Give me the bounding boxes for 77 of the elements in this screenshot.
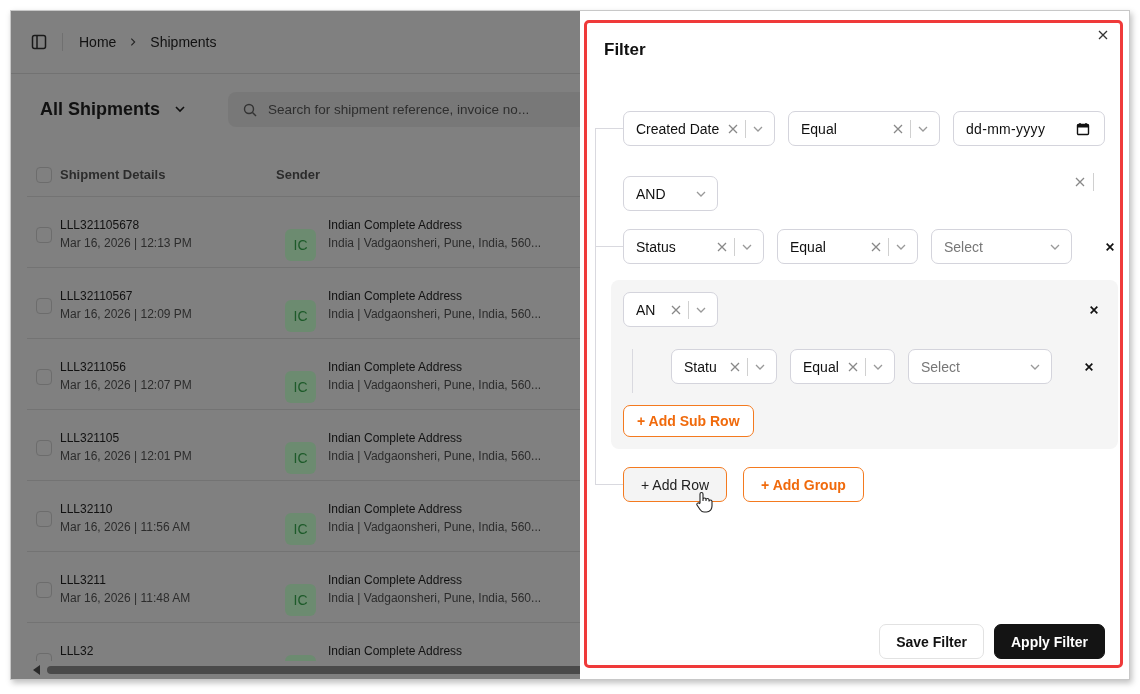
sender-name: Indian Complete Address: [328, 359, 464, 376]
sender-address: India | Vadgaonsheri, Pune, India, 560...: [328, 377, 542, 394]
sidebar-toggle-icon[interactable]: [31, 34, 47, 50]
sender-address: India | Vadgaonsheri, Pune, India, 560...: [328, 519, 542, 536]
sender-name: Indian Complete Address: [328, 643, 463, 660]
shipment-date: Mar 16, 2026 | 11:48 AM: [60, 590, 192, 607]
select-field[interactable]: Created Date: [623, 111, 775, 146]
close-button[interactable]: [1096, 28, 1110, 42]
select-field[interactable]: Select: [908, 349, 1052, 384]
select-field[interactable]: Equal: [788, 111, 940, 146]
shipment-reference[interactable]: LLL3211: [60, 571, 285, 589]
close-icon: [1097, 29, 1109, 41]
calendar-icon[interactable]: [1076, 121, 1090, 136]
close-icon: [1084, 361, 1094, 372]
close-icon: [1089, 304, 1099, 315]
sender-name: Indian Complete Address: [328, 430, 464, 447]
avatar: IC: [285, 300, 316, 332]
save-button[interactable]: Save Filter: [879, 624, 984, 659]
clear-icon[interactable]: [716, 240, 728, 253]
select-field[interactable]: Statu: [671, 349, 777, 384]
avatar: IC: [285, 513, 316, 545]
sender-address: India | Vadgaonsheri, Pune, India, 560...: [328, 590, 542, 607]
column-header: Sender: [276, 167, 321, 182]
clear-icon[interactable]: [1074, 175, 1086, 188]
sender-name: Indian Complete Address: [328, 217, 464, 234]
select-field[interactable]: Equal: [790, 349, 895, 384]
select-field[interactable]: Select: [931, 229, 1072, 264]
search-field[interactable]: Search for shipment reference, invoice no...: [228, 91, 580, 127]
clear-icon[interactable]: [729, 360, 741, 373]
avatar: IC: [285, 371, 316, 403]
avatar: IC: [285, 584, 316, 616]
date-field[interactable]: dd-mm-yyyy: [953, 111, 1105, 146]
clear-icon[interactable]: [727, 122, 739, 135]
breadcrumb-link[interactable]: Shipments: [150, 34, 217, 50]
clear-icon[interactable]: [870, 240, 882, 253]
shipment-reference[interactable]: LLL32: [60, 642, 285, 660]
sender-name: Indian Complete Address: [328, 572, 464, 589]
view-title: All Shipments: [40, 98, 160, 120]
column-header: Shipment Details: [60, 167, 167, 182]
clear-icon[interactable]: [892, 122, 904, 135]
shipment-reference[interactable]: LLL321105678: [60, 216, 285, 234]
select-field[interactable]: AND: [623, 176, 718, 211]
add-button[interactable]: + Add Row: [623, 467, 728, 502]
shipment-reference[interactable]: LLL3211056: [60, 358, 285, 376]
shipment-date: Mar 16, 2026 | 12:09 PM: [60, 306, 193, 323]
shipment-reference[interactable]: LLL32110567: [60, 287, 285, 305]
add-button[interactable]: + Add Sub Row: [623, 405, 754, 437]
clear-icon[interactable]: [847, 360, 859, 373]
select-field[interactable]: Status: [623, 229, 764, 264]
shipment-reference[interactable]: LLL32110: [60, 500, 285, 518]
shipment-date: Mar 16, 2026 | 12:07 PM: [60, 377, 193, 394]
sender-address: India | Vadgaonsheri, Pune, India, 560...: [328, 235, 542, 252]
apply-button[interactable]: Apply Filter: [994, 624, 1105, 659]
select-field[interactable]: AN: [623, 292, 718, 327]
scrollbar-thumb[interactable]: [47, 666, 580, 674]
hand-cursor-icon: [695, 491, 713, 513]
shipment-date: Mar 16, 2026 | 11:56 AM: [60, 519, 192, 536]
shipment-date: Mar 16, 2026 | 12:13 PM: [60, 235, 193, 252]
clear-icon[interactable]: [670, 303, 682, 316]
scroll-left-icon[interactable]: [33, 665, 41, 675]
close-icon: [1105, 241, 1115, 252]
breadcrumb-link[interactable]: Home: [79, 34, 117, 50]
chevron-down-icon: [174, 103, 186, 115]
add-button[interactable]: + Add Group: [743, 467, 864, 502]
avatar: IC: [285, 442, 316, 474]
sender-name: Indian Complete Address: [328, 501, 464, 518]
search-icon: [243, 102, 257, 117]
view-selector[interactable]: All Shipments: [40, 98, 228, 120]
panel-title: Filter: [604, 40, 646, 60]
shipment-reference[interactable]: LLL321105: [60, 429, 285, 447]
sender-address: India | Vadgaonsheri, Pune, India, 560...: [328, 448, 542, 465]
avatar: IC: [285, 229, 316, 261]
sender-name: Indian Complete Address: [328, 288, 464, 305]
clear-indicator[interactable]: [1074, 172, 1094, 191]
sender-address: India | Vadgaonsheri, Pune, India, 560...: [328, 306, 542, 323]
shipment-date: Mar 16, 2026 | 12:01 PM: [60, 448, 193, 465]
select-field[interactable]: Equal: [777, 229, 918, 264]
